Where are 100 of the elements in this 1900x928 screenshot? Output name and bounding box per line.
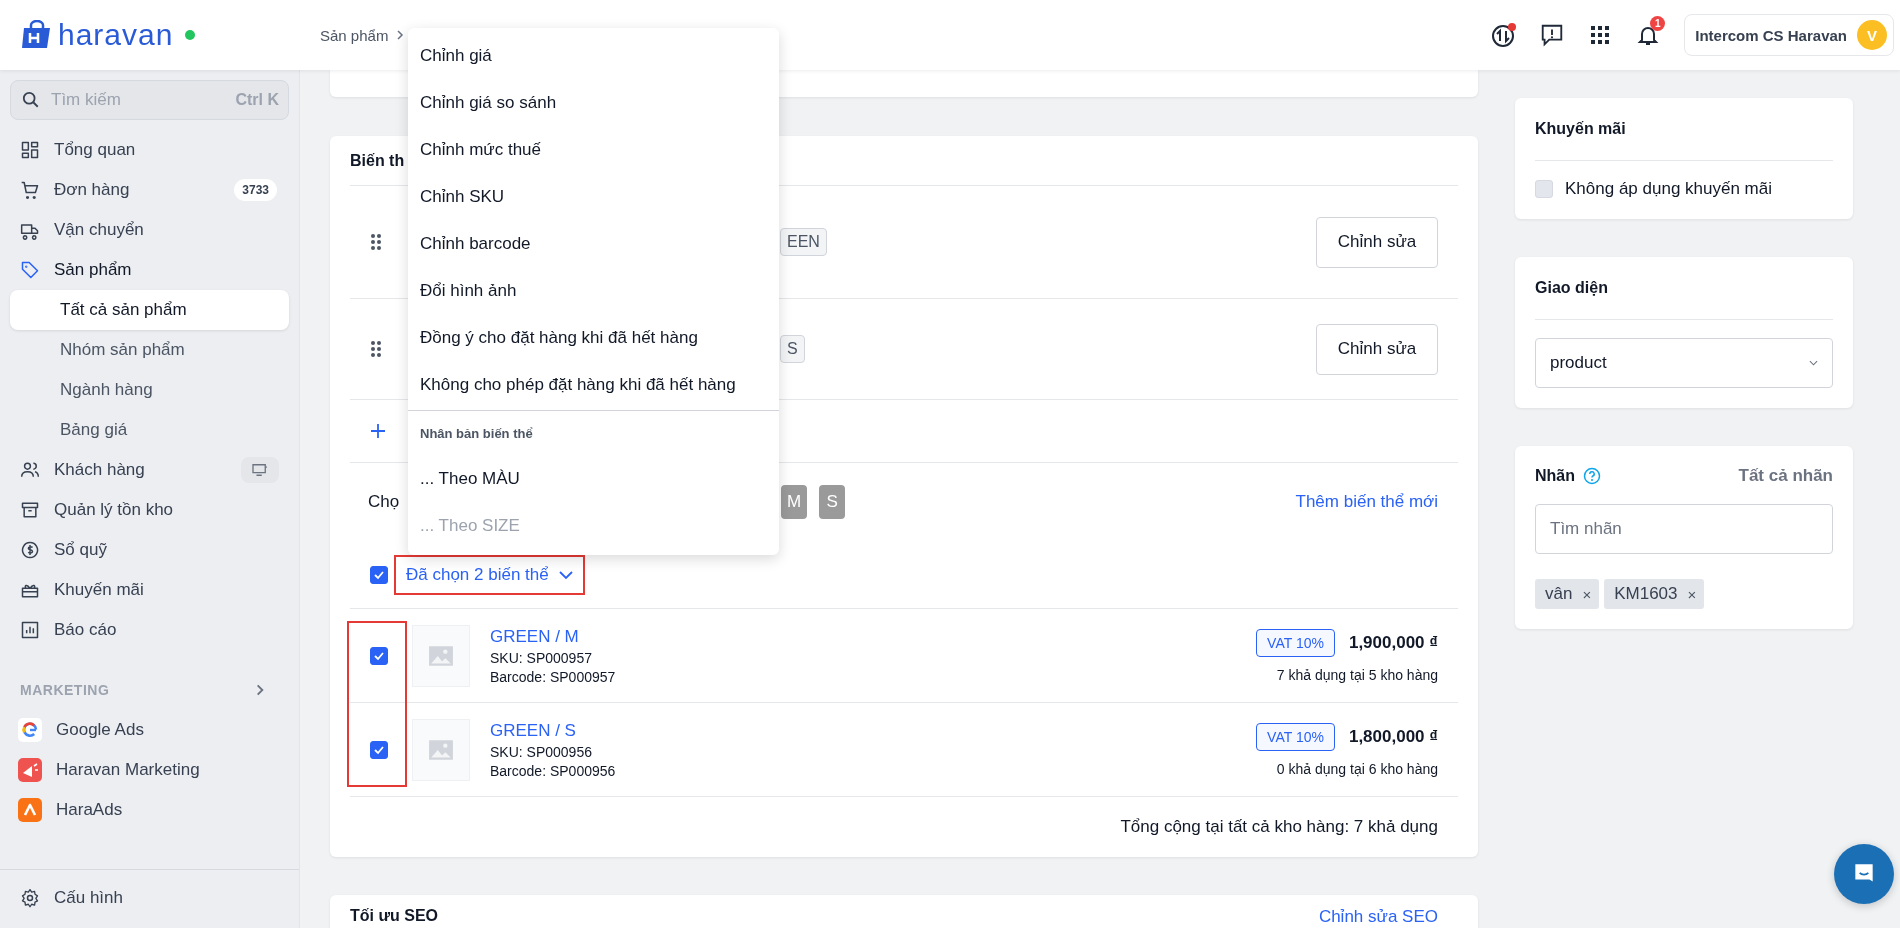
menu-item[interactable]: Chỉnh SKU: [408, 173, 779, 220]
nav-item[interactable]: Khách hàng: [10, 450, 289, 490]
search-icon: [22, 91, 40, 109]
nav-item[interactable]: Quản lý tồn kho: [10, 490, 289, 530]
image-placeholder-icon: [412, 624, 470, 687]
cart-icon: [20, 180, 40, 200]
edit-seo-link[interactable]: Chỉnh sửa SEO: [1318, 907, 1438, 927]
template-select[interactable]: product: [1535, 338, 1833, 388]
breadcrumb-link[interactable]: Sản phẩm: [320, 26, 389, 44]
variant-checkbox[interactable]: [370, 646, 388, 665]
nav-subitem[interactable]: Nhóm sản phẩm: [10, 330, 289, 370]
card-title: Biến th: [350, 151, 405, 170]
card-title: Khuyến mãi: [1535, 120, 1626, 138]
dollar-coin-icon: [20, 540, 40, 560]
multicolor-ring-logo-icon: [18, 718, 42, 742]
price-text: 1,800,000 ₫: [1348, 726, 1438, 747]
variant-link[interactable]: GREEN / M: [490, 626, 616, 647]
remove-tag-button[interactable]: ×: [1687, 585, 1697, 603]
label-tag: KM1603 ×: [1604, 579, 1705, 609]
nav-subitem[interactable]: Tất cả sản phẩm: [10, 290, 289, 330]
price-text: 1,900,000 ₫: [1348, 632, 1438, 653]
nav-item[interactable]: Cấu hình: [10, 878, 289, 918]
plus-icon[interactable]: [370, 423, 386, 439]
bar-chart-icon: [20, 620, 40, 640]
card-title: Giao diện: [1535, 279, 1608, 297]
label-tag: vân ×: [1535, 579, 1600, 609]
barcode-text: Barcode: SP000956: [490, 762, 616, 779]
barcode-text: Barcode: SP000957: [490, 668, 616, 685]
option-value-tag: EEN: [780, 228, 827, 256]
brand-logo[interactable]: haravan: [58, 18, 174, 52]
variant-checkbox[interactable]: [370, 740, 388, 759]
sku-text: SKU: SP000956: [490, 743, 593, 760]
label-search-field[interactable]: Tìm nhãn: [1535, 504, 1833, 554]
dashboard-icon: [20, 140, 40, 160]
nav-item[interactable]: Tổng quan: [10, 130, 289, 170]
nav-item[interactable]: Sổ quỹ: [10, 530, 289, 570]
chevron-right-icon: [396, 29, 405, 41]
image-placeholder-icon: [412, 718, 470, 781]
checkbox-label: Không áp dụng khuyến mãi: [1565, 179, 1772, 199]
drag-handle-icon[interactable]: [370, 233, 382, 251]
nav-item[interactable]: Vận chuyển: [10, 210, 289, 250]
total-stock-text: Tổng cộng tại tất cả kho hàng: 7 khả dụng: [1120, 817, 1438, 837]
tax-tag: VAT 10%: [1256, 628, 1335, 657]
nav-item[interactable]: HaraAds: [10, 790, 289, 830]
screen-sparkle-icon: [241, 457, 279, 483]
apps-grid-icon: [1591, 26, 1610, 44]
menu-item[interactable]: Chỉnh barcode: [408, 220, 779, 267]
chevron-right-icon[interactable]: [255, 683, 265, 697]
chevron-down-icon: [1809, 360, 1818, 366]
menu-item[interactable]: Không cho phép đặt hàng khi đã hết hàng: [408, 361, 779, 408]
menu-item[interactable]: Chỉnh mức thuế: [408, 126, 779, 173]
all-labels-link[interactable]: Tất cả nhãn: [1738, 466, 1833, 486]
section-heading: MARKETING: [20, 682, 110, 698]
nav-subitem[interactable]: Ngành hàng: [10, 370, 289, 410]
card-title: Tối ưu SEO: [350, 907, 439, 925]
filter-label: Chọ: [368, 492, 400, 512]
stock-text: 7 khả dụng tại 5 kho hàng: [1276, 666, 1438, 683]
variant-link[interactable]: GREEN / S: [490, 720, 616, 741]
nav-item[interactable]: Google Ads: [10, 710, 289, 750]
nav-item[interactable]: Đơn hàng 3733: [10, 170, 289, 210]
triangle-logo-icon: [18, 798, 42, 822]
option-value-tag: S: [780, 335, 805, 363]
menu-section-heading: Nhân bản biến thể: [419, 424, 534, 443]
promotion-checkbox[interactable]: [1535, 180, 1553, 198]
chevron-down-icon: [558, 569, 573, 580]
sku-text: SKU: SP000957: [490, 649, 593, 666]
chat-button[interactable]: [1834, 844, 1894, 904]
remove-tag-button[interactable]: ×: [1582, 585, 1592, 603]
menu-item[interactable]: Đổi hình ảnh: [408, 267, 779, 314]
nav-subitem[interactable]: Bảng giá: [10, 410, 289, 450]
selection-dropdown-button[interactable]: Đã chọn 2 biến thể: [406, 564, 573, 585]
help-icon[interactable]: [1583, 467, 1601, 485]
account-button[interactable]: Intercom CS Haravan V: [1684, 14, 1894, 56]
stock-text: 0 khả dụng tại 6 kho hàng: [1276, 760, 1438, 777]
card-title: Nhãn: [1535, 467, 1575, 485]
notifications-button[interactable]: 1: [1630, 17, 1667, 53]
menu-item[interactable]: ... Theo MÀU: [408, 455, 779, 502]
menu-item[interactable]: Chỉnh giá: [408, 32, 779, 79]
nav-item[interactable]: Haravan Marketing: [10, 750, 289, 790]
drag-handle-icon[interactable]: [370, 340, 382, 358]
sync-icon: [1490, 21, 1519, 49]
keyboard-shortcut: Ctrl K: [235, 91, 279, 109]
select-all-checkbox[interactable]: [370, 565, 388, 584]
settings-icon: [20, 888, 40, 908]
notification-count: 1: [1650, 16, 1666, 31]
edit-button[interactable]: Chỉnh sửa: [1316, 216, 1438, 268]
nav-item[interactable]: Khuyến mãi: [10, 570, 289, 610]
tax-tag: VAT 10%: [1256, 722, 1335, 751]
menu-item[interactable]: Đồng ý cho đặt hàng khi đã hết hàng: [408, 314, 779, 361]
users-icon: [20, 460, 40, 480]
nav-item[interactable]: Sản phẩm: [10, 250, 289, 290]
avatar: V: [1857, 20, 1887, 50]
tag-icon: [20, 260, 40, 280]
menu-item[interactable]: Chỉnh giá so sánh: [408, 79, 779, 126]
archive-box-icon: [20, 500, 40, 520]
add-variant-link[interactable]: Thêm biến thể mới: [1295, 492, 1438, 512]
megaphone-logo-icon: [18, 758, 42, 782]
count-badge: 3733: [234, 179, 277, 201]
edit-button[interactable]: Chỉnh sửa: [1316, 323, 1438, 375]
nav-item[interactable]: Báo cáo: [10, 610, 289, 650]
